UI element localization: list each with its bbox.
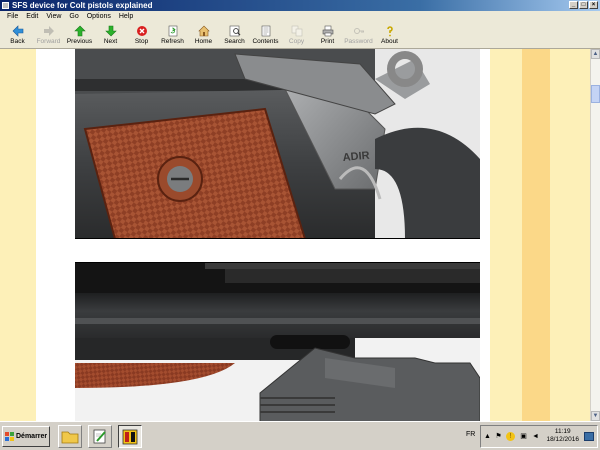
- windows-logo-icon: [5, 432, 14, 441]
- previous-button[interactable]: Previous: [64, 22, 95, 49]
- scroll-down-button[interactable]: ▼: [591, 411, 600, 421]
- scroll-thumb[interactable]: [591, 85, 600, 103]
- menu-go[interactable]: Go: [65, 11, 82, 22]
- maximize-button[interactable]: □: [579, 1, 588, 9]
- right-margin-band: [490, 49, 522, 421]
- clock[interactable]: 11:19 18/12/2016: [546, 428, 579, 444]
- about-label: About: [381, 38, 398, 45]
- back-label: Back: [10, 38, 25, 45]
- print-button[interactable]: Print: [312, 22, 343, 49]
- contents-icon: [261, 25, 270, 37]
- print-icon: [322, 25, 333, 37]
- next-label: Next: [103, 38, 118, 45]
- start-button[interactable]: Démarrer: [2, 426, 50, 447]
- forward-label: Forward: [36, 38, 61, 45]
- stop-label: Stop: [134, 38, 149, 45]
- previous-label: Previous: [66, 38, 93, 45]
- window-title: SFS device for Colt pistols explained: [12, 1, 153, 10]
- show-desktop-icon[interactable]: [584, 432, 594, 441]
- next-button[interactable]: Next: [95, 22, 126, 49]
- password-label: Password: [344, 38, 373, 45]
- adir-engraving: ADIR: [342, 150, 370, 164]
- pistol-grip-photo: ADIR: [75, 49, 480, 239]
- system-tray: ▲ ⚑ ! ▣ ◄ 11:19 18/12/2016: [480, 425, 598, 448]
- refresh-button[interactable]: Refresh: [157, 22, 188, 49]
- back-button[interactable]: Back: [2, 22, 33, 49]
- flag-icon[interactable]: ⚑: [494, 432, 503, 441]
- close-button[interactable]: ×: [589, 1, 598, 9]
- copy-label: Copy: [288, 38, 305, 45]
- window-titlebar[interactable]: SFS device for Colt pistols explained _ …: [0, 0, 600, 11]
- network-icon[interactable]: ▣: [519, 432, 528, 441]
- notepad-icon: [93, 429, 106, 444]
- menu-bar: File Edit View Go Options Help: [0, 11, 600, 22]
- forward-icon: [43, 26, 54, 36]
- minimize-button[interactable]: _: [569, 1, 578, 9]
- menu-edit[interactable]: Edit: [22, 11, 42, 22]
- about-button[interactable]: About: [374, 22, 405, 49]
- menu-help[interactable]: Help: [115, 11, 137, 22]
- menu-file[interactable]: File: [3, 11, 22, 22]
- home-label: Home: [194, 38, 213, 45]
- app-icon: [2, 2, 9, 9]
- help-viewer-icon: [122, 429, 138, 445]
- refresh-icon: [168, 25, 177, 37]
- taskbar: Démarrer FR ▲ ⚑ ! ▣ ◄ 11:19 18/12/2016: [0, 421, 600, 450]
- back-icon: [12, 25, 23, 37]
- next-icon: [104, 25, 117, 37]
- language-indicator[interactable]: FR: [466, 431, 475, 438]
- explorer-taskbar-button[interactable]: [58, 425, 82, 448]
- editor-taskbar-button[interactable]: [88, 425, 112, 448]
- clock-time: 11:19: [554, 428, 571, 435]
- search-label: Search: [224, 38, 245, 45]
- stop-button[interactable]: Stop: [126, 22, 157, 49]
- start-label: Démarrer: [16, 433, 48, 440]
- contents-button[interactable]: Contents: [250, 22, 281, 49]
- menu-options[interactable]: Options: [83, 11, 115, 22]
- right-margin-stripe: [522, 49, 550, 421]
- toolbar: Back Forward Previous Next Stop Refresh …: [0, 22, 600, 49]
- search-button[interactable]: Search: [219, 22, 250, 49]
- home-icon: [197, 25, 210, 37]
- scroll-up-button[interactable]: ▲: [591, 49, 600, 59]
- right-margin-band-outer: [550, 49, 590, 421]
- search-icon: [229, 25, 240, 37]
- copy-icon: [291, 25, 302, 37]
- contents-label: Contents: [252, 38, 279, 45]
- password-button[interactable]: Password: [343, 22, 374, 49]
- refresh-label: Refresh: [161, 38, 184, 45]
- about-icon: [386, 26, 393, 37]
- vertical-scrollbar[interactable]: ▲ ▼: [590, 49, 600, 421]
- folder-icon: [61, 431, 79, 444]
- previous-icon: [73, 25, 86, 37]
- tray-expand-icon[interactable]: ▲: [483, 432, 492, 441]
- clock-date: 18/12/2016: [546, 436, 579, 443]
- left-margin-band: [0, 49, 36, 421]
- forward-button[interactable]: Forward: [33, 22, 64, 49]
- update-icon[interactable]: !: [506, 432, 515, 441]
- password-icon: [353, 28, 364, 34]
- print-label: Print: [320, 38, 335, 45]
- pistol-slide-photo: [75, 262, 480, 421]
- menu-view[interactable]: View: [42, 11, 65, 22]
- help-viewer-taskbar-button[interactable]: [118, 425, 142, 448]
- copy-button[interactable]: Copy: [281, 22, 312, 49]
- stop-icon: [136, 26, 147, 36]
- volume-icon[interactable]: ◄: [531, 432, 540, 441]
- help-content: ADIR: [0, 49, 590, 421]
- home-button[interactable]: Home: [188, 22, 219, 49]
